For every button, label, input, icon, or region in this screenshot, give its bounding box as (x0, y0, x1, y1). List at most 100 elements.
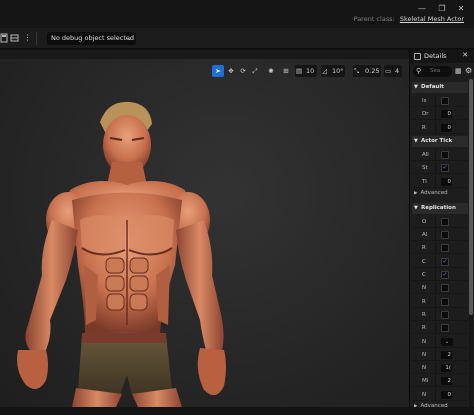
property-row: R (412, 322, 468, 335)
column-divider[interactable] (435, 362, 436, 375)
camera-icon: ▭ (385, 67, 392, 75)
details-search-input[interactable]: ⚲ Sea (413, 66, 452, 77)
property-label: N (422, 391, 427, 398)
close-icon[interactable]: ✕ (462, 51, 468, 59)
advanced-toggle[interactable]: ▶Advanced (414, 190, 448, 196)
property-row: R (412, 295, 468, 308)
property-label: Is (422, 98, 427, 104)
column-divider[interactable] (435, 348, 436, 361)
world-icon[interactable]: ✺ (266, 65, 276, 77)
column-divider[interactable] (435, 242, 436, 255)
more-options-icon[interactable]: ⋮ (23, 33, 32, 43)
column-divider[interactable] (435, 175, 436, 188)
grid-snap-toggle[interactable]: ▤ 10 (295, 65, 317, 77)
close-icon[interactable]: ✕ (454, 3, 468, 15)
column-divider[interactable] (435, 95, 436, 107)
details-scrollbar[interactable] (469, 79, 473, 415)
property-label: R (422, 325, 426, 332)
column-divider[interactable] (435, 282, 436, 295)
camera-speed-value: 4 (395, 67, 400, 75)
property-row: Ti 0 (412, 175, 468, 188)
section-header-actor-tick[interactable]: ▼ Actor Tick (412, 135, 468, 147)
restore-icon[interactable]: ❐ (435, 3, 449, 15)
select-icon[interactable]: ➤ (212, 65, 224, 77)
column-divider[interactable] (435, 308, 436, 321)
property-checkbox[interactable] (441, 231, 449, 240)
parent-class: Parent class: Skeletal Mesh Actor (354, 15, 464, 23)
browse-icon[interactable] (10, 33, 19, 43)
property-row: C ✓ (412, 269, 468, 281)
details-tab-icon (414, 53, 421, 60)
scale-snap-value: 0.25 (365, 67, 380, 75)
scrollbar-thumb[interactable] (469, 79, 473, 315)
column-divider[interactable] (435, 229, 436, 242)
rotate-icon[interactable]: ⟳ (238, 65, 248, 77)
camera-speed-button[interactable]: ▭ 4 (384, 65, 402, 77)
blueprint-toolbar: ⋮ No debug object selected ⌄ (0, 28, 474, 49)
property-label: C (422, 272, 426, 278)
property-dropdown[interactable]: ⌄ (441, 337, 453, 346)
column-divider[interactable] (435, 255, 436, 268)
details-panel: Details ✕ ⚲ Sea ▦ ⚙ ▼ Default Is Dr 0 R 0 ▼ Acto… (409, 50, 474, 415)
minimize-icon[interactable]: — (415, 3, 429, 15)
property-label: Mi (422, 378, 429, 385)
column-divider[interactable] (435, 375, 436, 388)
property-checkbox[interactable]: ✓ (441, 164, 449, 173)
search-icon: ⚲ (416, 67, 422, 75)
property-number-field[interactable]: 0 (441, 177, 452, 186)
details-title[interactable]: Details (424, 52, 447, 60)
property-label: N (422, 351, 427, 358)
debug-object-label: No debug object selected (51, 34, 135, 42)
property-row: All (412, 148, 468, 161)
surface-snap-icon[interactable]: ⊞ (281, 65, 291, 77)
viewport[interactable]: ➤ ✥ ⟳ ⤢ ✺ ⊞ ▤ 10 ◿ 10° ⤡ 0.25 ▭ 4 (0, 50, 409, 407)
column-divider[interactable] (435, 388, 436, 401)
property-number-field[interactable]: 2 (441, 350, 452, 359)
property-row: N2 (412, 348, 468, 361)
gear-icon[interactable]: ⚙ (465, 66, 472, 75)
column-divider[interactable] (435, 269, 436, 281)
parent-class-link[interactable]: Skeletal Mesh Actor (400, 15, 464, 23)
scale-icon[interactable]: ⤢ (250, 65, 260, 77)
scale-snap-toggle[interactable]: ⤡ 0.25 (353, 65, 381, 77)
translate-icon[interactable]: ✥ (226, 65, 236, 77)
property-checkbox[interactable]: ✓ (441, 271, 449, 279)
property-checkbox[interactable] (441, 324, 449, 333)
property-row: O (412, 215, 468, 228)
column-divider[interactable] (435, 335, 436, 348)
section-header-default[interactable]: ▼ Default (412, 82, 468, 93)
property-checkbox[interactable] (441, 97, 449, 105)
debug-object-select[interactable]: No debug object selected ⌄ (47, 32, 136, 45)
property-checkbox[interactable] (441, 310, 449, 319)
column-divider[interactable] (435, 215, 436, 228)
property-checkbox[interactable] (441, 244, 449, 253)
property-number-field[interactable]: 1( (441, 364, 452, 373)
section-title: Actor Tick (421, 137, 453, 144)
property-number-field[interactable]: 0 (441, 390, 452, 399)
section-header-replication[interactable]: ▼ Replication (412, 202, 468, 214)
property-number-field[interactable]: 2 (441, 377, 452, 386)
rotation-snap-value: 10° (332, 67, 344, 75)
property-checkbox[interactable] (441, 284, 449, 293)
column-divider[interactable] (435, 108, 436, 121)
grid-view-icon[interactable]: ▦ (455, 67, 462, 75)
column-divider[interactable] (435, 322, 436, 335)
property-checkbox[interactable] (441, 217, 449, 226)
property-checkbox[interactable] (441, 297, 449, 306)
property-checkbox[interactable] (441, 150, 449, 159)
property-number-field[interactable]: 0 (441, 123, 452, 132)
column-divider[interactable] (435, 162, 436, 175)
property-row: St ✓ (412, 162, 468, 175)
grid-snap-value: 10 (306, 67, 315, 75)
search-placeholder: Sea (430, 68, 441, 74)
chevron-down-icon: ⌄ (126, 35, 132, 42)
property-checkbox[interactable]: ✓ (441, 257, 449, 266)
rotation-snap-toggle[interactable]: ◿ 10° (321, 65, 345, 77)
save-icon[interactable] (0, 33, 9, 43)
property-label: St (422, 165, 428, 172)
column-divider[interactable] (435, 295, 436, 308)
column-divider[interactable] (435, 121, 436, 134)
parent-class-label: Parent class: (353, 15, 395, 23)
property-number-field[interactable]: 0 (441, 110, 452, 119)
column-divider[interactable] (435, 148, 436, 161)
